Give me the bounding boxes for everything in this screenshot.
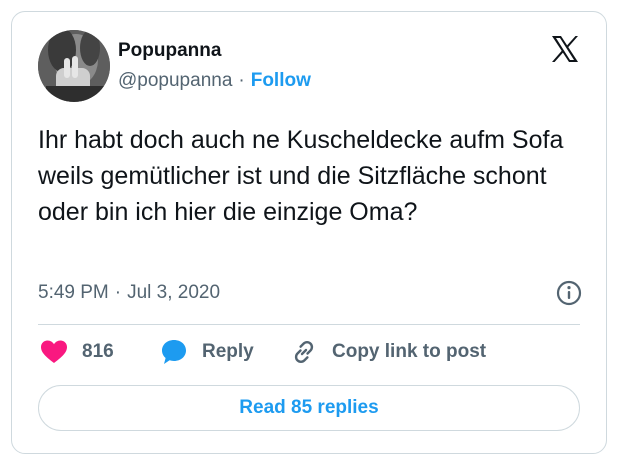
handle-separator: · <box>238 70 245 91</box>
copy-link-button[interactable]: Copy link to post <box>290 337 486 367</box>
reply-label: Reply <box>202 341 254 362</box>
info-icon[interactable] <box>556 280 582 306</box>
heart-icon <box>41 340 67 363</box>
avatar[interactable] <box>38 30 110 102</box>
reply-button[interactable]: Reply <box>160 337 254 367</box>
read-replies-label: Read 85 replies <box>239 397 379 418</box>
link-icon <box>294 340 314 364</box>
copy-link-label: Copy link to post <box>332 341 487 362</box>
avatar-photo <box>38 30 110 102</box>
tweet-text: Ihr habt doch auch ne Kuscheldecke aufm … <box>38 126 571 226</box>
author-handle-line: @popupanna · Follow <box>118 70 311 92</box>
divider <box>38 324 580 325</box>
author-handle[interactable]: @popupanna <box>118 70 232 91</box>
timestamp-separator: · <box>114 282 122 303</box>
tweet-card: Popupanna @popupanna · Follow Ihr habt doc… <box>11 11 607 454</box>
speech-bubble-icon <box>162 340 186 364</box>
follow-link[interactable]: Follow <box>251 70 311 91</box>
tweet-time: 5:49 PM <box>38 282 109 303</box>
read-replies-button[interactable]: Read 85 replies <box>38 385 580 431</box>
tweet-timestamp[interactable]: 5:49 PM · Jul 3, 2020 <box>38 282 220 304</box>
author-name[interactable]: Popupanna <box>118 40 221 62</box>
likes-count: 816 <box>82 341 114 362</box>
x-logo-icon[interactable] <box>550 34 580 64</box>
tweet-date: Jul 3, 2020 <box>127 282 221 303</box>
like-button[interactable]: 816 <box>40 337 114 367</box>
